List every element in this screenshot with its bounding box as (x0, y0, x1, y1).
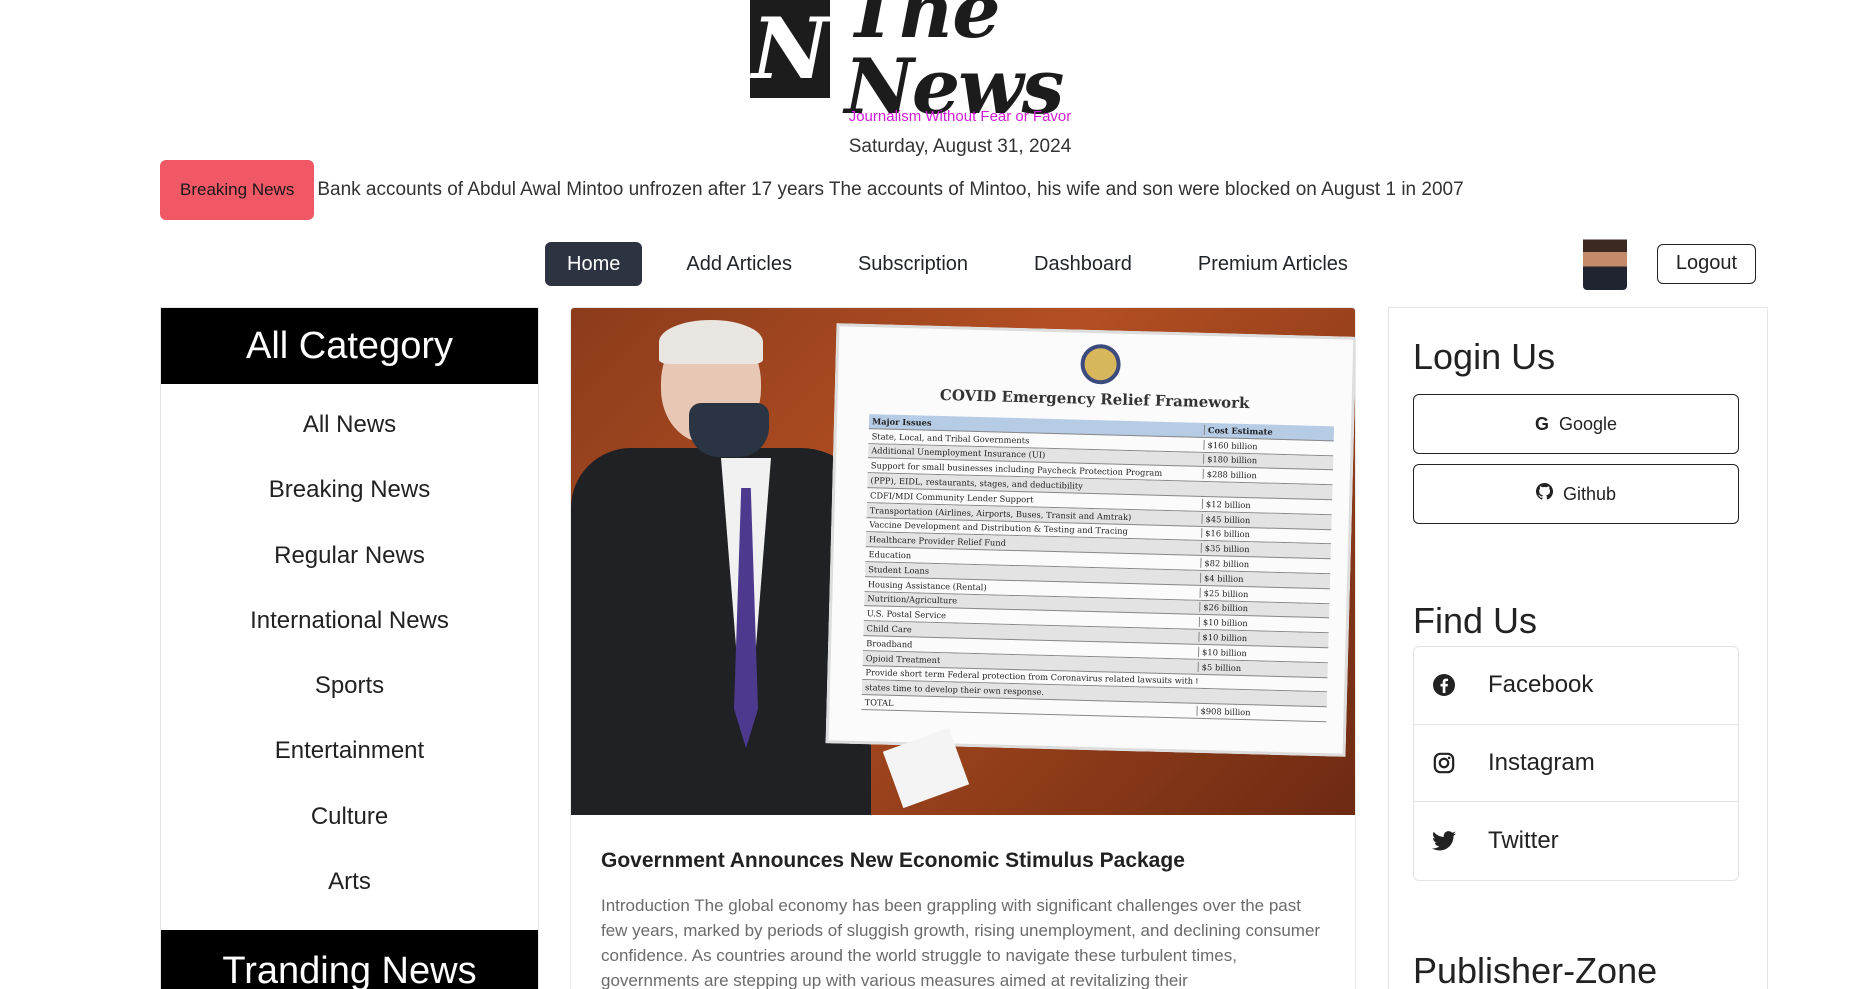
nav-add-articles[interactable]: Add Articles (664, 242, 814, 286)
right-sidebar: Login Us G Google Github Find Us Faceboo… (1388, 307, 1768, 989)
twitter-label: Twitter (1488, 826, 1559, 854)
site-logo[interactable]: N The News (750, 0, 1170, 125)
category-item-all-news[interactable]: All News (161, 392, 538, 457)
instagram-link[interactable]: Instagram (1414, 725, 1738, 802)
board-header-cost: Cost Estimate (1203, 424, 1335, 439)
publisher-zone-heading: Publisher-Zone (1413, 950, 1658, 989)
main-nav: Home Add Articles Subscription Dashboard… (545, 242, 1392, 286)
board-table: Major Issues Cost Estimate State, Local,… (861, 414, 1335, 723)
board-row-cost: $160 billion (1203, 439, 1334, 454)
board-row-cost: $10 billion (1197, 646, 1329, 661)
article-excerpt: Introduction The global economy has been… (601, 896, 1321, 989)
logo-mark: N (750, 0, 831, 98)
board-row-cost: $10 billion (1198, 617, 1329, 631)
current-date: Saturday, August 31, 2024 (848, 136, 1072, 157)
tagline: Journalism Without Fear or Favor (848, 108, 1072, 125)
facebook-link[interactable]: Facebook (1414, 647, 1738, 725)
article-title[interactable]: Government Announces New Economic Stimul… (601, 849, 1325, 873)
category-item-international-news[interactable]: International News (161, 588, 538, 653)
facebook-icon (1432, 673, 1456, 697)
category-item-culture[interactable]: Culture (161, 784, 538, 849)
category-item-regular-news[interactable]: Regular News (161, 523, 538, 588)
category-item-breaking-news[interactable]: Breaking News (161, 457, 538, 522)
board-row-cost (1197, 681, 1328, 685)
twitter-link[interactable]: Twitter (1414, 802, 1738, 880)
board-row-cost: $180 billion (1203, 454, 1334, 468)
image-person-suit (571, 448, 871, 815)
github-login-label: Github (1562, 483, 1617, 504)
user-avatar[interactable] (1583, 234, 1627, 290)
board-row-cost: $12 billion (1201, 498, 1333, 513)
board-row-cost: $16 billion (1201, 528, 1332, 542)
breaking-news-ticker[interactable]: Bank accounts of Abdul Awal Mintoo unfro… (317, 179, 1463, 201)
instagram-icon (1432, 751, 1456, 775)
image-person-mask (689, 403, 769, 457)
instagram-label: Instagram (1488, 748, 1595, 776)
category-item-sports[interactable]: Sports (161, 653, 538, 718)
breaking-news-badge: Breaking News (160, 160, 315, 220)
board-row-cost (1202, 488, 1333, 493)
board-row-cost: $35 billion (1200, 543, 1331, 557)
google-login-button[interactable]: G Google (1413, 394, 1739, 454)
login-heading: Login Us (1413, 336, 1556, 377)
board-row-cost: $25 billion (1199, 587, 1330, 601)
twitter-icon (1432, 829, 1456, 853)
google-icon: G (1534, 413, 1549, 434)
board-row-cost: $45 billion (1201, 513, 1332, 527)
article-body: Government Announces New Economic Stimul… (571, 849, 1355, 989)
social-links-list: Facebook Instagram Twitter (1413, 646, 1739, 881)
featured-article-card[interactable]: COVID Emergency Relief Framework Major I… (570, 307, 1356, 989)
breaking-news-bar: Breaking News Bank accounts of Abdul Awa… (160, 160, 1464, 220)
nav-dashboard[interactable]: Dashboard (1012, 242, 1154, 286)
senate-seal-icon (1080, 343, 1122, 385)
nav-subscription[interactable]: Subscription (836, 242, 990, 286)
category-item-entertainment[interactable]: Entertainment (161, 718, 538, 783)
article-image[interactable]: COVID Emergency Relief Framework Major I… (571, 308, 1355, 815)
category-list: All News Breaking News Regular News Inte… (161, 392, 538, 914)
trending-heading: Tranding News (161, 930, 538, 989)
category-heading: All Category (161, 308, 538, 384)
logo-wordmark: The News (844, 0, 1064, 131)
board-row-cost: $288 billion (1202, 469, 1333, 483)
board-row-cost: $82 billion (1200, 557, 1331, 572)
image-relief-board: COVID Emergency Relief Framework Major I… (825, 323, 1355, 757)
image-person-hair (659, 320, 763, 364)
board-row-cost (1196, 696, 1327, 700)
board-row-cost: $5 billion (1197, 661, 1328, 675)
github-login-button[interactable]: Github (1413, 464, 1739, 524)
find-us-heading: Find Us (1413, 600, 1538, 641)
nav-premium-articles[interactable]: Premium Articles (1176, 242, 1370, 286)
google-login-label: Google (1558, 413, 1618, 434)
nav-home[interactable]: Home (545, 242, 643, 286)
logout-button[interactable]: Logout (1657, 244, 1756, 284)
github-icon (1535, 482, 1553, 505)
board-row-cost: $908 billion (1196, 705, 1327, 720)
board-title: COVID Emergency Relief Framework (939, 385, 1250, 413)
board-row-cost: $4 billion (1199, 572, 1331, 587)
board-row-cost: $26 billion (1199, 602, 1330, 616)
facebook-label: Facebook (1488, 671, 1594, 699)
board-row-cost: $10 billion (1198, 631, 1329, 646)
category-sidebar: All Category All News Breaking News Regu… (160, 307, 539, 989)
category-item-arts[interactable]: Arts (161, 849, 538, 914)
